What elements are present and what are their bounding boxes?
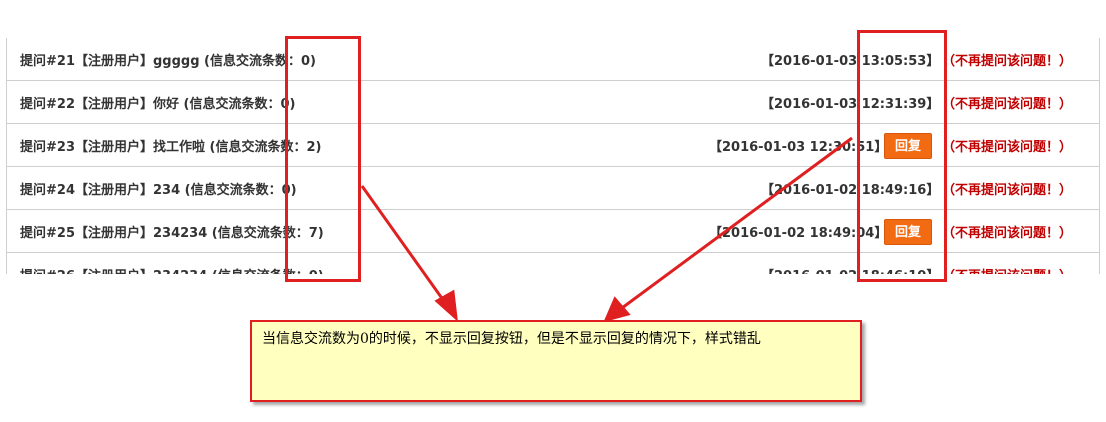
annotation-callout: 当信息交流数为0的时候，不显示回复按钮，但是不显示回复的情况下，样式错乱 — [250, 320, 862, 402]
arrow-line-right — [621, 136, 853, 310]
arrow-line-left — [360, 185, 448, 305]
arrow-head-right — [603, 296, 631, 323]
callout-text: 当信息交流数为0的时候，不显示回复按钮，但是不显示回复的情况下，样式错乱 — [262, 331, 761, 347]
